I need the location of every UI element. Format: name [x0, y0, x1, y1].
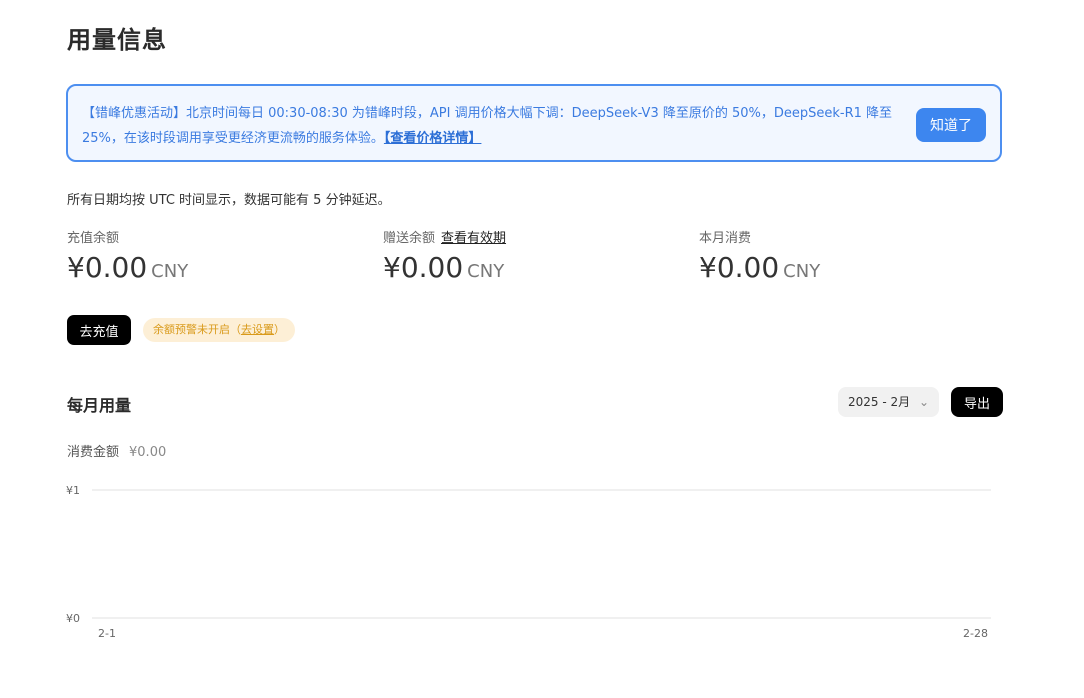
view-expiry-link[interactable]: 查看有效期 [441, 231, 506, 246]
month-select[interactable]: 2025 - 2月 ⌄ [838, 387, 939, 417]
gift-balance-unit: CNY [467, 261, 505, 282]
monthly-spend-amount: ¥0.00 [699, 251, 780, 284]
gift-balance-amount: ¥0.00 [383, 251, 464, 284]
gift-balance-value: ¥0.00 CNY [383, 251, 506, 284]
gift-balance-label-row: 赠送余额 查看有效期 [383, 229, 506, 249]
utc-note: 所有日期均按 UTC 时间显示，数据可能有 5 分钟延迟。 [67, 193, 391, 208]
alert-settings-link[interactable]: 去设置 [241, 323, 274, 336]
topup-balance-label: 充值余额 [67, 231, 120, 246]
topup-balance-unit: CNY [151, 261, 189, 282]
usage-chart: ¥0 ¥1 2-1 2-28 [66, 484, 991, 640]
topup-balance-amount: ¥0.00 [67, 251, 148, 284]
monthly-spend: 本月消费 ¥0.00 CNY [699, 229, 820, 284]
topup-balance: 充值余额 ¥0.00 CNY [67, 229, 188, 284]
balance-alert-suffix: ） [274, 323, 285, 336]
spend-summary: 消费金额 ¥0.00 [67, 441, 166, 460]
banner-text-block: 【错峰优惠活动】北京时间每日 00:30-08:30 为错峰时段，API 调用价… [82, 101, 902, 151]
topup-balance-value: ¥0.00 CNY [67, 251, 188, 284]
x-tick-label: 2-28 [963, 627, 988, 640]
x-tick-label: 2-1 [98, 627, 116, 640]
monthly-usage-title: 每月用量 [67, 396, 132, 415]
monthly-spend-unit: CNY [783, 261, 821, 282]
chevron-down-icon: ⌄ [918, 395, 929, 409]
spend-label: 消费金额 [67, 445, 120, 460]
monthly-spend-value: ¥0.00 CNY [699, 251, 820, 284]
y-tick-label: ¥0 [66, 612, 80, 625]
monthly-spend-label: 本月消费 [699, 231, 752, 246]
gift-balance-label: 赠送余额 [383, 231, 436, 246]
recharge-button[interactable]: 去充值 [67, 315, 131, 345]
price-details-link[interactable]: 【查看价格详情】 [384, 131, 482, 146]
usage-page: 用量信息 【错峰优惠活动】北京时间每日 00:30-08:30 为错峰时段，AP… [0, 0, 1084, 698]
y-tick-label: ¥1 [66, 484, 80, 497]
dismiss-banner-button[interactable]: 知道了 [916, 108, 986, 142]
banner-message: 【错峰优惠活动】北京时间每日 00:30-08:30 为错峰时段，API 调用价… [82, 106, 893, 146]
balance-alert-text: 余额预警未开启（ [153, 323, 241, 336]
export-button[interactable]: 导出 [951, 387, 1003, 417]
promo-banner: 【错峰优惠活动】北京时间每日 00:30-08:30 为错峰时段，API 调用价… [66, 84, 1002, 162]
month-select-value: 2025 - 2月 [848, 395, 911, 409]
balance-alert-badge: 余额预警未开启（去设置） [143, 318, 295, 342]
page-title: 用量信息 [67, 26, 167, 54]
gift-balance: 赠送余额 查看有效期 ¥0.00 CNY [383, 229, 506, 284]
spend-value: ¥0.00 [129, 445, 167, 460]
